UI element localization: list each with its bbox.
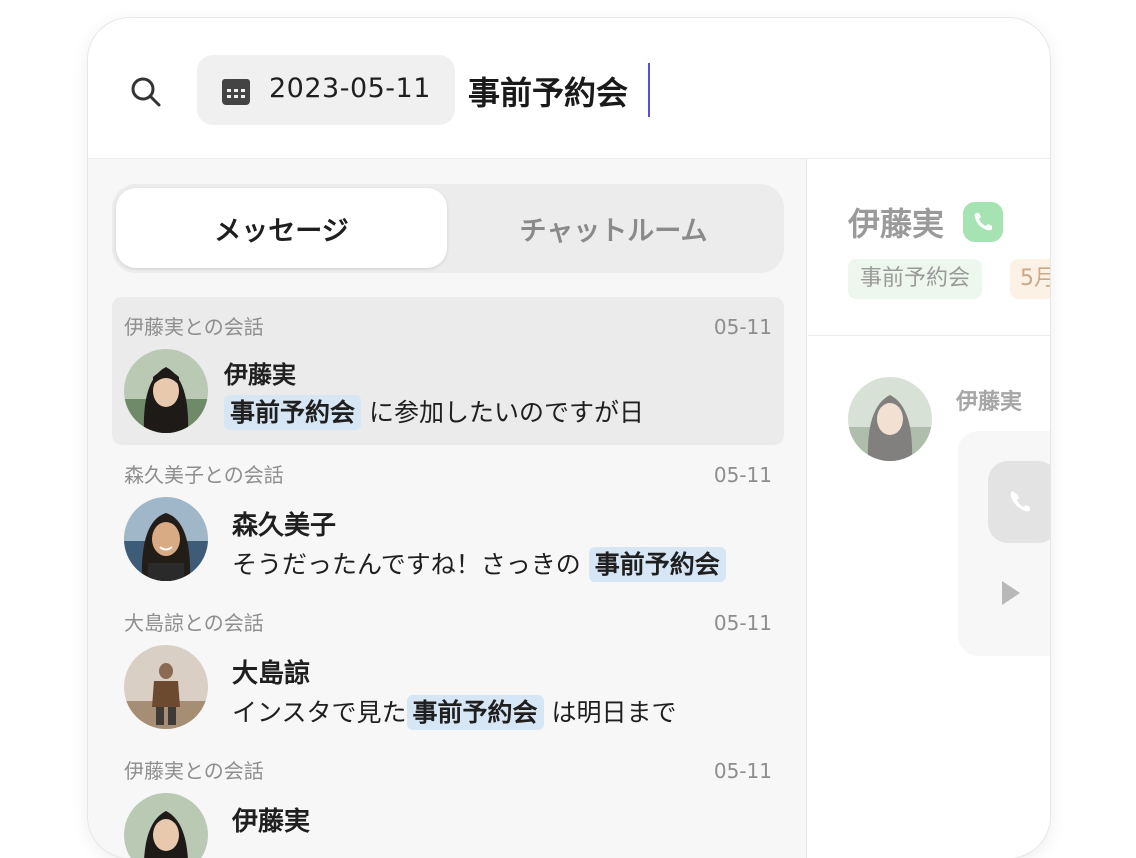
message-snippet: インスタで見た 事前予約会 は明日まで <box>232 693 676 730</box>
conversation-label: 大島諒との会話 <box>124 611 264 635</box>
conversation-label: 伊藤実との会話 <box>124 759 264 783</box>
call-message-card[interactable] <box>958 431 1050 656</box>
play-icon[interactable] <box>1002 581 1020 605</box>
result-item[interactable]: 大島諒との会話 05-11 大島諒 インスタで見た 事前予約会 は明日まで <box>112 593 784 741</box>
tag-date: 5月 <box>1010 259 1050 299</box>
tag-event: 事前予約会 <box>848 259 983 299</box>
tab-messages[interactable]: メッセージ <box>116 188 447 268</box>
date-filter-chip[interactable]: 2023-05-11 <box>197 55 455 125</box>
message-sender: 伊藤実 <box>956 390 1023 415</box>
avatar <box>124 645 208 729</box>
avatar <box>124 793 208 858</box>
keyword-highlight: 事前予約会 <box>406 695 544 730</box>
result-item[interactable]: 森久美子との会話 05-11 森久美子 そうだったんですね！さっきの 事前予約会 <box>112 445 784 593</box>
message-snippet: 事前予約会 に参加したいのですが日 <box>224 393 644 430</box>
date-filter-value: 2023-05-11 <box>269 73 431 104</box>
sender-name: 森久美子 <box>232 511 337 541</box>
result-list: 伊藤実との会話 05-11 伊藤実 事前予約会 に参加したいのですが日 森久美子… <box>112 297 784 858</box>
conversation-label: 伊藤実との会話 <box>124 315 264 339</box>
result-time: 05-11 <box>713 611 772 635</box>
search-icon[interactable] <box>128 74 164 110</box>
search-input[interactable]: 事前予約会 <box>468 68 628 114</box>
result-type-tabs: メッセージ チャットルーム <box>112 184 784 273</box>
result-time: 05-11 <box>713 759 772 783</box>
phone-icon[interactable] <box>963 202 1003 242</box>
app-window: 2023-05-11 事前予約会 メッセージ チャットルーム 伊藤実との会話 0… <box>88 18 1050 858</box>
result-time: 05-11 <box>713 315 772 339</box>
conversation-label: 森久美子との会話 <box>124 463 284 487</box>
avatar <box>124 349 208 433</box>
result-item[interactable]: 伊藤実との会話 05-11 伊藤実 事前予約会 に参加したいのですが日 <box>112 297 784 445</box>
keyword-highlight: 事前予約会 <box>224 395 362 430</box>
search-results-panel: メッセージ チャットルーム 伊藤実との会話 05-11 伊藤実 事前予約会 に参… <box>88 159 807 858</box>
conversation-preview-panel: 伊藤実 事前予約会 5月 伊藤実 <box>808 159 1050 858</box>
result-item[interactable]: 伊藤実との会話 05-11 伊藤実 <box>112 741 784 858</box>
keyword-highlight: 事前予約会 <box>588 547 726 582</box>
search-header: 2023-05-11 事前予約会 <box>88 18 1050 159</box>
sender-name: 伊藤実 <box>224 361 296 389</box>
text-caret <box>648 63 650 117</box>
message-snippet: そうだったんですね！さっきの 事前予約会 <box>232 545 726 582</box>
result-time: 05-11 <box>713 463 772 487</box>
sender-name: 大島諒 <box>232 659 311 689</box>
calendar-icon <box>222 79 250 105</box>
contact-name: 伊藤実 <box>848 205 945 243</box>
avatar <box>848 377 932 461</box>
tab-chatrooms[interactable]: チャットルーム <box>447 188 780 268</box>
divider <box>808 335 1050 336</box>
avatar <box>124 497 208 581</box>
call-icon <box>988 461 1050 543</box>
